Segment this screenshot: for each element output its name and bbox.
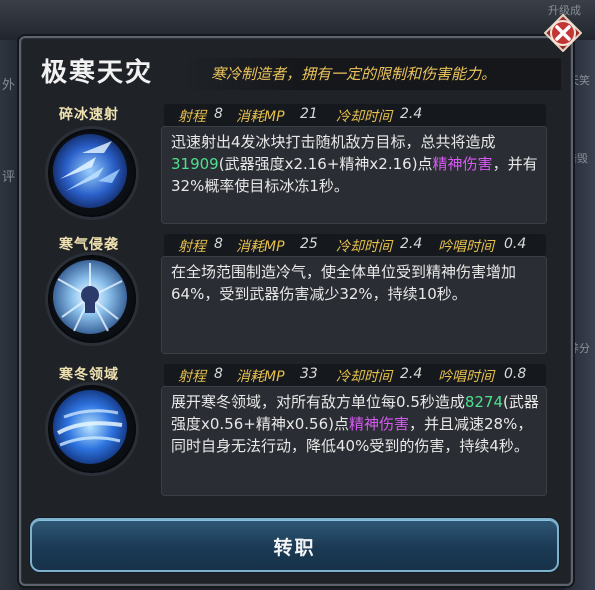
skill-row[interactable]: 寒气侵袭 射程 8 消耗MP 25 冷却时间 2.4 吟唱时间 0.4 在全场范…	[24, 230, 554, 358]
range-value: 8	[214, 106, 223, 122]
cost-label: 消耗MP	[236, 239, 285, 255]
frost-vortex-icon	[53, 390, 127, 464]
background-top	[0, 0, 595, 40]
cost-value: 33	[300, 366, 318, 382]
skill-row[interactable]: 寒冬领域 射程 8 消耗MP 33 冷却时间 2.4 吟唱时间 0.8 展开寒冬…	[24, 360, 554, 500]
cooldown-label: 冷却时间	[336, 239, 392, 255]
dialog-header: 极寒天灾 寒冷制造者，拥有一定的限制和伤害能力。	[21, 46, 567, 96]
skill-description-box: 迅速射出4发冰块打击随机敌方目标，总共将造成31909(武器强度x2.16+精神…	[161, 126, 547, 224]
cooldown-label: 冷却时间	[336, 369, 392, 385]
skill-name: 寒气侵袭	[59, 237, 119, 253]
cast-value: 0.8	[504, 366, 527, 382]
dialog-subtitle: 寒冷制造者，拥有一定的限制和伤害能力。	[211, 65, 497, 83]
skill-name: 寒冬领域	[59, 367, 119, 383]
cast-value: 0.4	[504, 236, 527, 252]
skill-stats: 射程 8 消耗MP 33 冷却时间 2.4 吟唱时间 0.8	[164, 364, 546, 386]
dialog-title: 极寒天灾	[41, 58, 154, 88]
change-class-button[interactable]: 转职	[30, 518, 559, 572]
range-value: 8	[214, 366, 223, 382]
skill-description: 在全场范围制造冷气，使全体单位受到精神伤害增加64%，受到武器伤害减少32%，持…	[171, 263, 517, 303]
damage-number: 31909	[171, 155, 219, 173]
range-label: 射程	[178, 369, 206, 385]
skill-description: 展开寒冬领域，对所有敌方单位每0.5秒造成8274(武器强度x0.56+精神x0…	[171, 393, 539, 455]
background-text: 外	[2, 78, 16, 93]
close-x-icon	[543, 13, 583, 53]
skill-icon-frame	[45, 382, 139, 476]
skill-description-box: 展开寒冬领域，对所有敌方单位每0.5秒造成8274(武器强度x0.56+精神x0…	[161, 386, 547, 496]
cast-label: 吟唱时间	[438, 239, 494, 255]
skill-row[interactable]: 碎冰速射 射程 8 消耗MP 21 冷却时间 2.4 迅速射出4发冰块打击随机敌…	[24, 100, 554, 228]
range-value: 8	[214, 236, 223, 252]
range-label: 射程	[178, 109, 206, 125]
skill-stats: 射程 8 消耗MP 21 冷却时间 2.4	[164, 104, 546, 126]
close-button[interactable]	[543, 13, 583, 53]
range-label: 射程	[178, 239, 206, 255]
skill-icon-frame	[45, 126, 139, 220]
cooldown-value: 2.4	[400, 106, 423, 122]
skill-name: 碎冰速射	[59, 107, 119, 123]
cast-label: 吟唱时间	[438, 369, 494, 385]
cold-burst-icon	[53, 260, 127, 334]
cost-label: 消耗MP	[236, 109, 285, 125]
cooldown-value: 2.4	[400, 236, 423, 252]
change-class-button-label: 转职	[273, 537, 316, 559]
cost-value: 25	[300, 236, 318, 252]
cost-value: 21	[300, 106, 318, 122]
ice-shards-icon	[53, 134, 127, 208]
cooldown-label: 冷却时间	[336, 109, 392, 125]
skill-icon-frame	[45, 252, 139, 346]
cooldown-value: 2.4	[400, 366, 423, 382]
cost-label: 消耗MP	[236, 369, 285, 385]
background-text: 评	[2, 170, 16, 185]
damage-type: 精神伤害	[348, 415, 409, 433]
skill-description: 迅速射出4发冰块打击随机敌方目标，总共将造成31909(武器强度x2.16+精神…	[171, 133, 538, 195]
background-left	[0, 40, 20, 590]
skill-stats: 射程 8 消耗MP 25 冷却时间 2.4 吟唱时间 0.4	[164, 234, 546, 256]
damage-number: 8274	[464, 393, 504, 411]
damage-type: 精神伤害	[432, 155, 493, 173]
skill-description-box: 在全场范围制造冷气，使全体单位受到精神伤害增加64%，受到武器伤害减少32%，持…	[161, 256, 547, 354]
